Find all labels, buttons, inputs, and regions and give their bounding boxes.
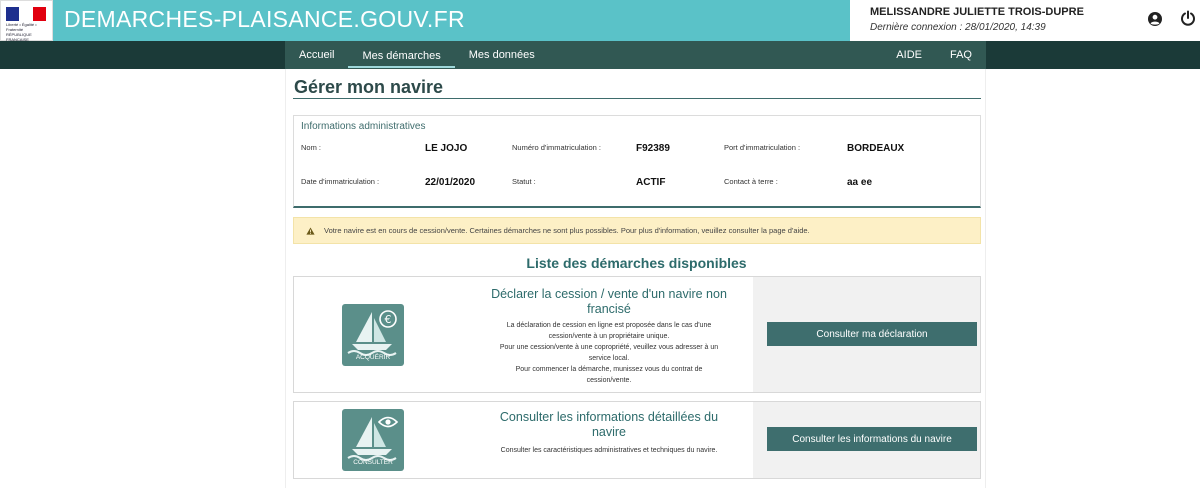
card-cession-title: Déclarer la cession / vente d'un navire … bbox=[484, 287, 734, 317]
date-value: 22/01/2020 bbox=[425, 177, 476, 188]
desc-line: cession/vente à un propriétaire unique. bbox=[548, 333, 670, 340]
statut-value: ACTIF bbox=[636, 177, 666, 188]
svg-text:€: € bbox=[385, 313, 392, 326]
demarches-title: Liste des démarches disponibles bbox=[526, 255, 747, 271]
logo-text: Liberté • Égalité • Fraternité RÉPUBLIQU… bbox=[6, 22, 37, 42]
acquerir-tile-label: ACQUÉRIR bbox=[355, 354, 391, 361]
date-label: Date d'immatriculation : bbox=[301, 177, 380, 186]
user-circle-icon[interactable] bbox=[1147, 11, 1163, 27]
site-title[interactable]: DEMARCHES-PLAISANCE.GOUV.FR bbox=[64, 6, 465, 33]
title-divider bbox=[293, 98, 981, 99]
desc-line: cession/vente. bbox=[586, 377, 632, 384]
card-consulter-title: Consulter les informations détaillées du… bbox=[484, 410, 734, 440]
nom-label: Nom : bbox=[301, 143, 322, 152]
numero-label: Numéro d'immatriculation : bbox=[512, 143, 601, 152]
warning-icon bbox=[306, 227, 315, 235]
card-consulter-title-line1: Consulter les informations détaillées du bbox=[499, 410, 719, 424]
admin-info-panel: Informations administratives Nom : LE JO… bbox=[293, 115, 981, 208]
alert-text: Votre navire est en cours de cession/ven… bbox=[324, 226, 810, 235]
statut-label: Statut : bbox=[512, 177, 536, 186]
consulter-declaration-button[interactable]: Consulter ma déclaration bbox=[767, 322, 977, 346]
nom-value: LE JOJO bbox=[425, 143, 468, 154]
card-cession-title-line2: francisé bbox=[587, 302, 631, 316]
power-icon[interactable] bbox=[1180, 10, 1196, 26]
nav-aide[interactable]: AIDE bbox=[882, 41, 936, 69]
nav-right: AIDE FAQ bbox=[882, 41, 986, 69]
card-consulter-title-line2: navire bbox=[591, 425, 627, 439]
cession-alert: Votre navire est en cours de cession/ven… bbox=[293, 217, 981, 244]
nav-faq[interactable]: FAQ bbox=[936, 41, 986, 69]
main-nav: Accueil Mes démarches Mes données AIDE F… bbox=[285, 41, 986, 69]
port-label: Port d'immatriculation : bbox=[724, 143, 801, 152]
numero-value: F92389 bbox=[636, 143, 670, 154]
desc-line: service local. bbox=[588, 355, 630, 362]
flag-icon bbox=[6, 7, 46, 21]
page-title: Gérer mon navire bbox=[294, 77, 444, 97]
user-name: MELISSANDRE JULIETTE TROIS-DUPRE bbox=[870, 6, 1084, 18]
desc-line: Consulter les caractéristiques administr… bbox=[500, 447, 718, 454]
desc-line: La déclaration de cession en ligne est p… bbox=[506, 322, 712, 329]
last-login: Dernière connexion : 28/01/2020, 14:39 bbox=[870, 22, 1046, 33]
acquerir-tile[interactable]: € ACQUÉRIR bbox=[342, 304, 404, 366]
consulter-tile[interactable]: CONSULTER bbox=[342, 409, 404, 471]
card-cession-title-line1: Déclarer la cession / vente d'un navire … bbox=[491, 287, 727, 301]
demarche-card-consulter: CONSULTER Consulter les informations dét… bbox=[293, 401, 981, 479]
demarche-card-cession: € ACQUÉRIR Déclarer la cession / vente d… bbox=[293, 276, 981, 393]
desc-line: Pour une cession/vente à une copropriété… bbox=[499, 344, 719, 351]
republique-logo[interactable]: Liberté • Égalité • Fraternité RÉPUBLIQU… bbox=[0, 0, 53, 42]
contact-value: aa ee bbox=[847, 177, 873, 188]
admin-heading: Informations administratives bbox=[301, 121, 426, 132]
card-cession-description: La déclaration de cession en ligne est p… bbox=[484, 320, 734, 386]
nav-mes-demarches[interactable]: Mes démarches bbox=[348, 42, 455, 68]
contact-label: Contact à terre : bbox=[724, 177, 778, 186]
nav-accueil[interactable]: Accueil bbox=[285, 41, 348, 69]
consulter-navire-button[interactable]: Consulter les informations du navire bbox=[767, 427, 977, 451]
main-content: Gérer mon navire Informations administra… bbox=[285, 69, 986, 488]
desc-line: Pour commencer la démarche, munissez vou… bbox=[515, 366, 703, 373]
nav-mes-donnees[interactable]: Mes données bbox=[455, 41, 549, 69]
port-value: BORDEAUX bbox=[847, 143, 905, 154]
card-consulter-description: Consulter les caractéristiques administr… bbox=[484, 445, 734, 456]
top-header: Liberté • Égalité • Fraternité RÉPUBLIQU… bbox=[0, 0, 1200, 42]
consulter-tile-label: CONSULTER bbox=[353, 459, 393, 466]
